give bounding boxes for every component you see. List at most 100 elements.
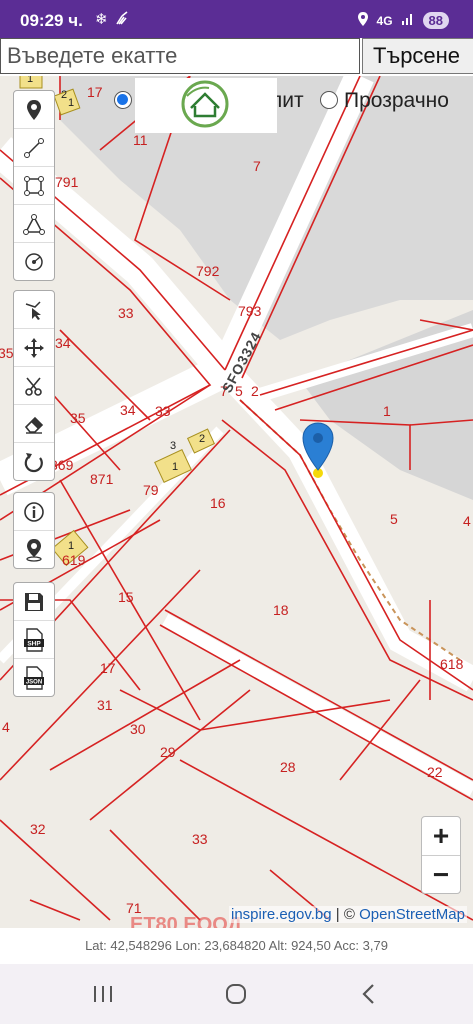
parcel-label: 2 <box>251 383 259 399</box>
circle-tool[interactable] <box>14 243 54 280</box>
network-type: 4G <box>376 13 393 28</box>
export-json-tool[interactable]: JSON <box>14 659 54 696</box>
parcel-label: 34 <box>120 402 136 418</box>
signal-icon <box>401 12 415 29</box>
info-tool[interactable] <box>14 493 54 531</box>
polygon-tool[interactable] <box>14 167 54 205</box>
export-shp-tool[interactable]: SHP <box>14 621 54 659</box>
parcel-label: 28 <box>280 759 296 775</box>
parcel-label: 35 <box>0 345 14 361</box>
vertex-edit-icon <box>25 300 41 320</box>
building-label: 2 <box>61 89 68 101</box>
snowflake-icon: ❄ <box>95 11 108 28</box>
save-tool[interactable] <box>14 583 54 621</box>
parcel-label: 791 <box>55 174 79 190</box>
eraser-icon <box>24 416 44 434</box>
shp-label: SHP <box>27 640 41 647</box>
json-label: JSON <box>26 679 42 685</box>
polygon-icon <box>24 175 44 196</box>
parcel-label: 34 <box>55 335 71 351</box>
parcel-label: 33 <box>155 403 171 419</box>
map-attribution: inspire.egov.bg | © OpenStreetMap <box>229 906 467 923</box>
draw-toolbar <box>13 90 55 281</box>
parcel-label: 79 <box>143 482 159 498</box>
marker-tool[interactable] <box>14 91 54 129</box>
house-logo-icon <box>181 80 229 128</box>
building-label: 1 <box>172 461 179 473</box>
status-bar: 09:29 ч. ❄ 4G 88 <box>0 0 473 38</box>
parcel-label: 33 <box>192 831 208 847</box>
recent-apps-icon <box>94 986 112 1002</box>
polyline-icon <box>23 213 45 235</box>
recent-apps-button[interactable] <box>83 978 123 1010</box>
map-view[interactable]: 17 11 7 791 792 793 33 34 35 34 33 35 7 5 2 1 369 871 79 16… <box>0 76 473 928</box>
save-icon <box>25 592 43 611</box>
parcel-label: 15 <box>118 589 134 605</box>
map-canvas <box>0 76 473 921</box>
parcel-label: 4 <box>463 513 471 529</box>
move-tool[interactable] <box>14 329 54 367</box>
eraser-tool[interactable] <box>14 405 54 443</box>
parcel-label: 22 <box>427 764 443 780</box>
building-label: 1 <box>68 540 75 552</box>
parcel-label: 618 <box>440 656 464 672</box>
building-label: 2 <box>199 433 206 445</box>
layer-radio-1[interactable] <box>114 91 132 109</box>
parcel-label: 793 <box>238 303 262 319</box>
parcel-label: 31 <box>97 697 113 713</box>
broom-icon <box>114 10 130 30</box>
building-label: 1 <box>68 97 75 109</box>
export-shp-icon: SHP <box>24 627 44 652</box>
parcel-label: 11 <box>133 132 148 148</box>
layer-radio-transparent[interactable] <box>320 91 338 109</box>
parcel-label: 17 <box>100 660 116 676</box>
search-input[interactable] <box>0 38 360 74</box>
layer-label-transparent: Прозрачно <box>344 89 449 112</box>
status-time: 09:29 ч. <box>20 11 83 30</box>
rotate-icon <box>24 452 43 472</box>
android-nav-bar <box>0 964 473 1024</box>
zoom-in-button[interactable]: + <box>422 817 460 856</box>
polyline-tool[interactable] <box>14 205 54 243</box>
attribution-source-link[interactable]: inspire.egov.bg <box>231 906 332 923</box>
line-icon <box>24 137 44 158</box>
locate-tool[interactable] <box>14 531 54 568</box>
parcel-label: 792 <box>196 263 220 279</box>
edit-toolbar <box>13 290 55 481</box>
parcel-label: 35 <box>70 410 86 426</box>
parcel-label: 30 <box>130 721 146 737</box>
parcel-label: 29 <box>160 744 176 760</box>
logo <box>135 78 277 133</box>
home-button[interactable] <box>216 978 256 1010</box>
attribution-osm-link[interactable]: OpenStreetMap <box>359 906 465 923</box>
locate-pin-icon <box>26 538 42 562</box>
zoom-out-button[interactable]: − <box>422 856 460 894</box>
coordinates-readout: Lat: 42,548296 Lon: 23,684820 Alt: 924,5… <box>0 928 473 964</box>
parcel-label: 5 <box>390 511 398 527</box>
location-icon <box>357 11 369 30</box>
back-button[interactable] <box>349 978 389 1010</box>
attribution-separator: | © <box>335 906 355 923</box>
parcel-label: 32 <box>30 821 46 837</box>
parcel-label: 1 <box>383 403 391 419</box>
parcel-label: 871 <box>90 471 114 487</box>
export-toolbar: SHP JSON <box>13 582 55 697</box>
rotate-tool[interactable] <box>14 443 54 480</box>
info-toolbar <box>13 492 55 569</box>
search-button[interactable]: Търсене <box>362 38 473 74</box>
export-json-icon: JSON <box>24 665 44 690</box>
parcel-label: 16 <box>210 495 226 511</box>
circle-icon <box>25 252 43 271</box>
cut-tool[interactable] <box>14 367 54 405</box>
line-tool[interactable] <box>14 129 54 167</box>
parcel-label: 7 <box>253 158 261 174</box>
vertex-edit-tool[interactable] <box>14 291 54 329</box>
zoom-control: + − <box>421 816 461 894</box>
back-icon <box>362 984 374 1004</box>
building-label: 3 <box>170 440 177 452</box>
cut-icon <box>25 376 42 396</box>
info-icon <box>24 501 44 522</box>
parcel-label: 4 <box>2 719 10 735</box>
home-icon <box>226 984 246 1004</box>
move-icon <box>24 337 44 358</box>
